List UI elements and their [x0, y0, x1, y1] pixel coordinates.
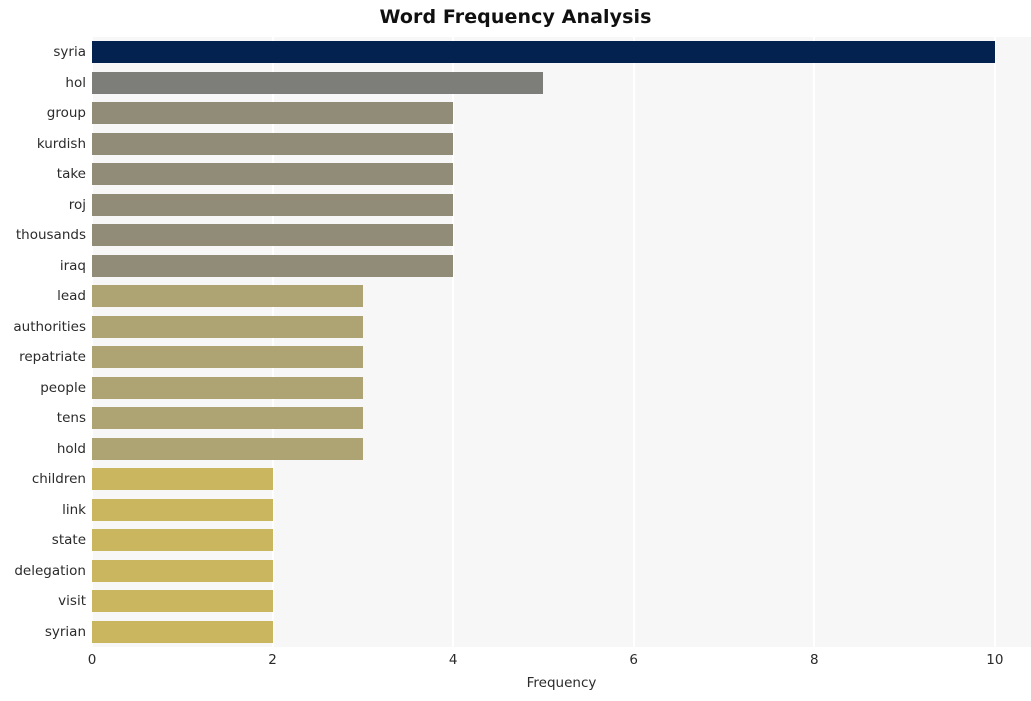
bar-iraq [92, 254, 454, 277]
y-axis-label-children: children [31, 471, 86, 488]
x-axis-title: Frequency [526, 675, 597, 691]
y-axis-label-kurdish: kurdish [36, 135, 86, 152]
y-axis-label-people: people [40, 379, 86, 396]
x-axis-tick-4: 4 [448, 652, 458, 668]
bar-repatriate [92, 346, 363, 369]
y-axis-label-repatriate: repatriate [19, 349, 86, 366]
bar-hol [92, 71, 544, 94]
plot-area [92, 37, 1031, 647]
y-axis-category-labels: syria hol group kurdish take roj thousands iraq… [0, 37, 86, 647]
y-axis-label-syrian: syrian [44, 623, 86, 640]
bar-series [92, 37, 1031, 647]
y-axis-label-visit: visit [58, 593, 86, 610]
y-axis-label-delegation: delegation [14, 562, 86, 579]
word-frequency-chart-figure: Word Frequency Analysis syria hol group kur… [0, 0, 1031, 701]
bar-take [92, 163, 454, 186]
y-axis-label-hol: hol [65, 74, 86, 91]
y-axis-label-authorities: authorities [13, 318, 86, 335]
bar-children [92, 468, 273, 491]
x-axis-tick-labels: 0 2 4 6 8 10 [88, 652, 1031, 674]
y-axis-label-roj: roj [68, 196, 86, 213]
y-axis-label-take: take [56, 166, 86, 183]
bar-state [92, 529, 273, 552]
bar-visit [92, 590, 273, 613]
x-axis-tick-10: 10 [986, 652, 1004, 668]
x-axis-tick-0: 0 [87, 652, 97, 668]
bar-tens [92, 407, 363, 430]
y-axis-label-hold: hold [56, 440, 86, 457]
bar-roj [92, 193, 454, 216]
bar-link [92, 498, 273, 521]
y-axis-label-group: group [46, 105, 86, 122]
y-axis-label-state: state [51, 532, 86, 549]
x-axis-tick-8: 8 [810, 652, 819, 668]
bar-hold [92, 437, 363, 460]
y-axis-label-link: link [62, 501, 86, 518]
x-axis-tick-6: 6 [629, 652, 639, 668]
bar-people [92, 376, 363, 399]
bar-syrian [92, 620, 273, 643]
bar-syria [92, 41, 995, 64]
page-title: Word Frequency Analysis [379, 6, 652, 28]
y-axis-label-thousands: thousands [15, 227, 86, 244]
bar-delegation [92, 559, 273, 582]
x-axis-tick-2: 2 [268, 652, 277, 668]
bar-thousands [92, 224, 454, 247]
y-axis-label-iraq: iraq [59, 257, 86, 274]
bar-group [92, 102, 454, 125]
y-axis-label-tens: tens [56, 410, 86, 427]
y-axis-label-lead: lead [57, 288, 86, 305]
bar-authorities [92, 315, 363, 338]
bar-lead [92, 285, 363, 308]
y-axis-label-syria: syria [53, 44, 86, 61]
bar-kurdish [92, 132, 454, 155]
